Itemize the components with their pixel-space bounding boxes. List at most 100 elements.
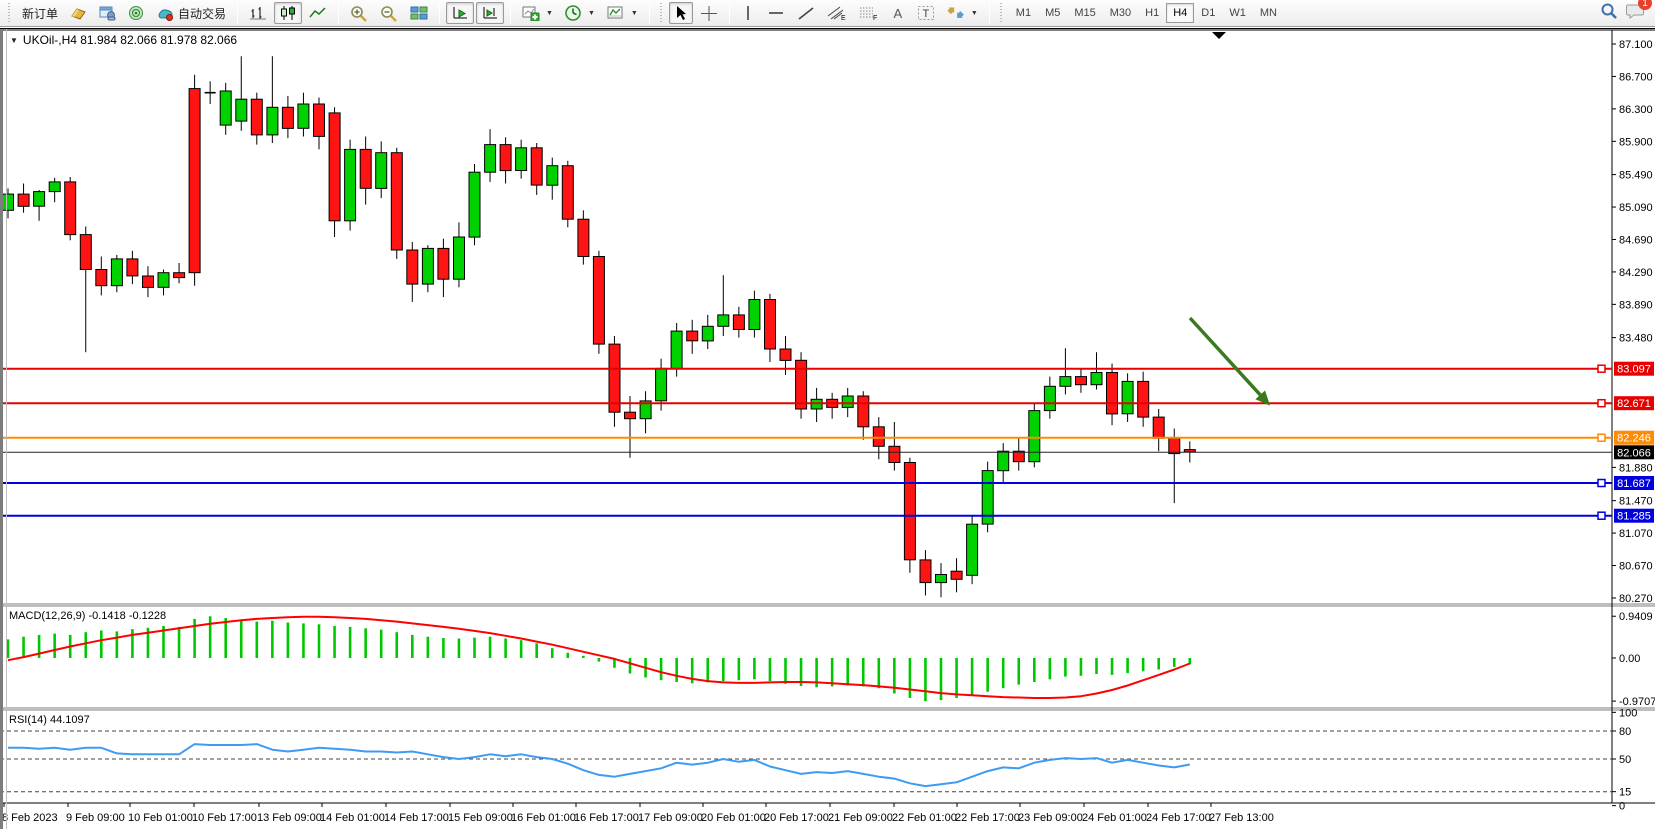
candle[interactable] [967, 516, 978, 584]
candle[interactable] [314, 98, 325, 150]
tile-windows-button[interactable] [405, 2, 433, 24]
candle[interactable] [18, 184, 29, 213]
timeframe-m30[interactable]: M30 [1103, 3, 1138, 23]
candle[interactable] [220, 83, 231, 135]
candle[interactable] [1029, 403, 1040, 468]
line-handle[interactable] [1598, 480, 1605, 487]
toolbar-drag-handle[interactable] [999, 3, 1004, 23]
candle[interactable] [796, 352, 807, 419]
candle[interactable] [80, 227, 91, 353]
trend-arrow[interactable] [1190, 318, 1264, 399]
candle[interactable] [1091, 352, 1102, 389]
timeframe-m15[interactable]: M15 [1067, 3, 1102, 23]
candle[interactable] [329, 107, 340, 237]
candle[interactable] [205, 81, 216, 104]
candle[interactable] [1107, 364, 1118, 426]
timeframe-w1[interactable]: W1 [1222, 3, 1253, 23]
candle[interactable] [578, 210, 589, 264]
candle[interactable] [267, 56, 278, 143]
candle[interactable] [158, 270, 169, 296]
candle[interactable] [49, 178, 60, 202]
candle[interactable] [562, 161, 573, 228]
candle[interactable] [1013, 438, 1024, 470]
candle[interactable] [936, 563, 947, 597]
navigator-icon[interactable] [94, 2, 121, 24]
candle[interactable] [625, 396, 636, 458]
vertical-line-tool[interactable] [736, 2, 760, 24]
candle[interactable] [391, 148, 402, 259]
candle[interactable] [733, 307, 744, 338]
fibonacci-tool[interactable]: F [854, 2, 884, 24]
candle[interactable] [251, 93, 262, 145]
candle[interactable] [531, 143, 542, 195]
candle[interactable] [360, 137, 371, 205]
new-chart-button[interactable]: ▼ [517, 2, 558, 24]
timeframe-m5[interactable]: M5 [1038, 3, 1067, 23]
candle[interactable] [811, 388, 822, 422]
chart-canvas[interactable]: 83.09782.67182.24681.68781.28582.06687.1… [0, 29, 1655, 829]
toolbar-drag-handle[interactable] [7, 3, 12, 23]
line-handle[interactable] [1598, 365, 1605, 372]
line-chart-button[interactable] [304, 2, 332, 24]
candle[interactable] [951, 558, 962, 592]
periods-button[interactable]: ▼ [560, 2, 600, 24]
candle[interactable] [609, 336, 620, 427]
candle[interactable] [298, 93, 309, 137]
candle[interactable] [827, 393, 838, 419]
candle[interactable] [1169, 429, 1180, 504]
timeframe-h1[interactable]: H1 [1138, 3, 1166, 23]
cursor-tool-button[interactable] [669, 2, 693, 24]
candle[interactable] [516, 140, 527, 179]
candle[interactable] [236, 56, 247, 131]
candle[interactable] [454, 222, 465, 287]
candle[interactable] [920, 550, 931, 595]
candle[interactable] [174, 263, 185, 283]
candlestick-chart-button[interactable] [274, 2, 302, 24]
bar-chart-button[interactable] [244, 2, 272, 24]
chart-shift-button[interactable] [476, 2, 504, 24]
indicators-button[interactable]: ▼ [602, 2, 643, 24]
crosshair-tool-button[interactable] [695, 2, 723, 24]
signals-icon[interactable] [123, 2, 150, 24]
candle[interactable] [143, 266, 154, 297]
candle[interactable] [345, 140, 356, 231]
search-button[interactable] [1600, 2, 1618, 25]
candle[interactable] [765, 294, 776, 362]
shift-marker-icon[interactable] [1212, 32, 1226, 39]
candle[interactable] [547, 158, 558, 200]
timeframe-d1[interactable]: D1 [1194, 3, 1222, 23]
candle[interactable] [889, 422, 900, 471]
candle[interactable] [998, 443, 1009, 482]
candle[interactable] [1138, 372, 1149, 427]
candle[interactable] [469, 164, 480, 245]
candle[interactable] [749, 291, 760, 338]
candle[interactable] [111, 255, 122, 292]
candle[interactable] [127, 251, 138, 284]
candle[interactable] [687, 320, 698, 354]
candle[interactable] [438, 239, 449, 297]
autotrading-button[interactable]: 自动交易 [152, 2, 231, 24]
candle[interactable] [500, 137, 511, 183]
candle[interactable] [65, 177, 76, 240]
toolbar-drag-handle[interactable] [659, 3, 664, 23]
auto-scroll-button[interactable] [446, 2, 474, 24]
arrows-tool[interactable]: ▼ [942, 2, 983, 24]
candle[interactable] [982, 462, 993, 533]
line-handle[interactable] [1598, 400, 1605, 407]
new-order-button[interactable]: 新订单 [17, 2, 63, 24]
equidistant-channel-tool[interactable]: E [822, 2, 852, 24]
text-label-tool[interactable]: T [912, 2, 940, 24]
trendline-tool[interactable] [792, 2, 820, 24]
candle[interactable] [34, 190, 45, 221]
horizontal-line-tool[interactable] [762, 2, 790, 24]
candle[interactable] [96, 257, 107, 296]
candle[interactable] [593, 251, 604, 354]
candle[interactable] [407, 242, 418, 302]
candle[interactable] [376, 141, 387, 198]
timeframe-mn[interactable]: MN [1253, 3, 1284, 23]
zoom-in-button[interactable] [345, 2, 373, 24]
candle[interactable] [718, 275, 729, 336]
timeframe-h4[interactable]: H4 [1166, 3, 1194, 23]
candle[interactable] [640, 391, 651, 433]
candle[interactable] [702, 315, 713, 349]
